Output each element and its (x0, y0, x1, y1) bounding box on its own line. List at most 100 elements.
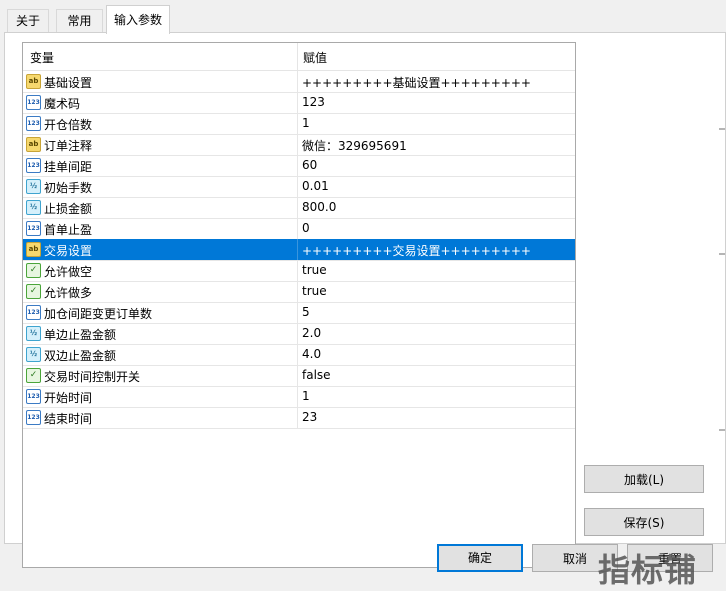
parameter-value[interactable]: 5 (302, 305, 310, 319)
row-divider (297, 323, 298, 344)
tab-strip: 关于 常用 输入参数 (0, 0, 726, 34)
boolean-type-icon: ✓ (26, 368, 41, 383)
panel-edge-mark (719, 429, 725, 431)
parameter-row[interactable]: 123 开仓倍数 1 (23, 113, 575, 135)
parameter-value[interactable]: 0.01 (302, 179, 329, 193)
parameter-row[interactable]: 123 开始时间 1 (23, 386, 575, 408)
tab-common[interactable]: 常用 (56, 9, 103, 33)
parameter-name: 双边止盈金额 (44, 349, 117, 363)
parameter-value[interactable]: +++++++++交易设置+++++++++ (302, 242, 531, 259)
parameter-row[interactable]: ½ 初始手数 0.01 (23, 176, 575, 198)
parameter-name: 挂单间距 (44, 160, 93, 174)
parameter-name: 魔术码 (44, 97, 81, 111)
parameter-grid: 变量 赋值 ab 基础设置 +++++++++基础设置+++++++++ 123 魔术码… (22, 42, 576, 568)
parameter-row[interactable]: ✓ 允许做多 true (23, 281, 575, 303)
parameter-row[interactable]: 123 挂单间距 60 (23, 155, 575, 177)
boolean-type-icon: ✓ (26, 263, 41, 278)
load-button[interactable]: 加载(L) (584, 465, 704, 493)
parameter-value[interactable]: true (302, 263, 327, 277)
integer-type-icon: 123 (26, 221, 41, 236)
parameter-row[interactable]: ½ 止损金额 800.0 (23, 197, 575, 219)
parameter-name: 订单注释 (44, 139, 93, 153)
panel-edge-mark (719, 253, 725, 255)
parameter-value[interactable]: false (302, 368, 331, 382)
row-divider (297, 155, 298, 176)
panel-edge-mark (719, 128, 725, 130)
parameter-value[interactable]: true (302, 284, 327, 298)
row-divider (297, 344, 298, 365)
parameter-name: 基础设置 (44, 76, 93, 90)
row-divider (297, 134, 298, 155)
string-type-icon: ab (26, 74, 41, 89)
row-divider (297, 302, 298, 323)
parameter-row[interactable]: ✓ 交易时间控制开关 false (23, 365, 575, 387)
grid-header: 变量 赋值 (23, 43, 575, 71)
integer-type-icon: 123 (26, 116, 41, 131)
double-type-icon: ½ (26, 200, 41, 215)
column-header-variable[interactable]: 变量 (30, 49, 54, 66)
double-type-icon: ½ (26, 347, 41, 362)
parameter-row[interactable]: ab 交易设置 +++++++++交易设置+++++++++ (23, 239, 575, 261)
parameter-name: 开始时间 (44, 391, 93, 405)
parameter-value[interactable]: +++++++++基础设置+++++++++ (302, 74, 531, 91)
parameter-name: 允许做多 (44, 286, 93, 300)
parameter-row[interactable]: 123 魔术码 123 (23, 92, 575, 114)
integer-type-icon: 123 (26, 410, 41, 425)
parameter-row[interactable]: ab 基础设置 +++++++++基础设置+++++++++ (23, 71, 575, 93)
row-divider (297, 386, 298, 407)
integer-type-icon: 123 (26, 305, 41, 320)
parameter-name: 加仓间距变更订单数 (44, 307, 153, 321)
tab-input-parameters[interactable]: 输入参数 (106, 5, 170, 34)
boolean-type-icon: ✓ (26, 284, 41, 299)
parameter-name: 交易时间控制开关 (44, 370, 141, 384)
column-header-value[interactable]: 赋值 (303, 49, 327, 66)
row-divider (297, 71, 298, 92)
row-divider (297, 176, 298, 197)
double-type-icon: ½ (26, 326, 41, 341)
row-divider (297, 113, 298, 134)
parameter-value[interactable]: 1 (302, 116, 310, 130)
parameter-value[interactable]: 800.0 (302, 200, 336, 214)
parameter-name: 交易设置 (44, 244, 93, 258)
parameter-row[interactable]: ✓ 允许做空 true (23, 260, 575, 282)
parameter-row[interactable]: 123 加仓间距变更订单数 5 (23, 302, 575, 324)
string-type-icon: ab (26, 137, 41, 152)
parameter-name: 允许做空 (44, 265, 93, 279)
parameter-name: 首单止盈 (44, 223, 93, 237)
double-type-icon: ½ (26, 179, 41, 194)
row-divider (297, 260, 298, 281)
integer-type-icon: 123 (26, 389, 41, 404)
parameter-value[interactable]: 60 (302, 158, 317, 172)
parameter-value[interactable]: 微信：329695691 (302, 137, 407, 154)
parameter-row[interactable]: ½ 单边止盈金额 2.0 (23, 323, 575, 345)
save-button[interactable]: 保存(S) (584, 508, 704, 536)
parameter-value[interactable]: 2.0 (302, 326, 321, 340)
row-divider (297, 218, 298, 239)
parameter-name: 止损金额 (44, 202, 93, 216)
parameter-row[interactable]: 123 结束时间 23 (23, 407, 575, 429)
parameter-name: 初始手数 (44, 181, 93, 195)
row-divider (297, 407, 298, 428)
tab-about[interactable]: 关于 (7, 9, 49, 33)
parameter-value[interactable]: 1 (302, 389, 310, 403)
parameter-row[interactable]: ab 订单注释 微信：329695691 (23, 134, 575, 156)
row-divider (297, 239, 298, 260)
parameter-value[interactable]: 0 (302, 221, 310, 235)
parameter-row[interactable]: 123 首单止盈 0 (23, 218, 575, 240)
parameter-value[interactable]: 123 (302, 95, 325, 109)
watermark-logo: 指标铺 (598, 551, 698, 589)
column-divider[interactable] (297, 43, 298, 70)
parameter-value[interactable]: 23 (302, 410, 317, 424)
row-divider (297, 281, 298, 302)
parameter-row[interactable]: ½ 双边止盈金额 4.0 (23, 344, 575, 366)
parameter-value[interactable]: 4.0 (302, 347, 321, 361)
row-divider (297, 92, 298, 113)
row-divider (297, 197, 298, 218)
string-type-icon: ab (26, 242, 41, 257)
integer-type-icon: 123 (26, 95, 41, 110)
integer-type-icon: 123 (26, 158, 41, 173)
row-divider (297, 365, 298, 386)
parameter-name: 开仓倍数 (44, 118, 93, 132)
ok-button[interactable]: 确定 (437, 544, 523, 572)
parameter-name: 结束时间 (44, 412, 93, 426)
